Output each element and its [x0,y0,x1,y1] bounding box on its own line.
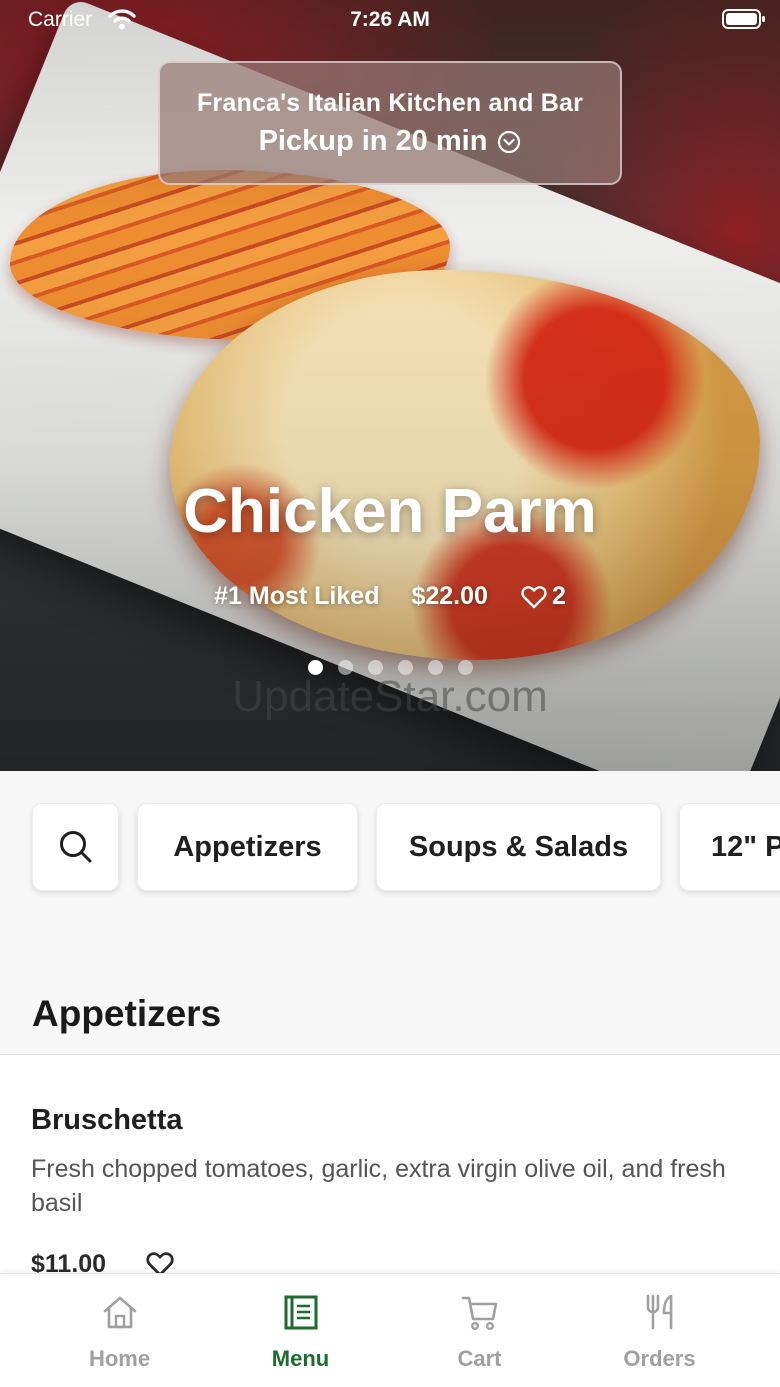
menu-item-card[interactable]: Bruschetta Fresh chopped tomatoes, garli… [0,1056,780,1278]
carousel-dot[interactable] [427,660,443,675]
tab-menu-label: Menu [271,1346,330,1371]
tab-cart[interactable]: Cart [382,1274,577,1387]
featured-item-meta: #1 Most Liked $22.00 2 [0,582,780,611]
carousel-dot[interactable] [307,660,323,675]
carousel-dot[interactable] [367,660,383,675]
featured-item-title[interactable]: Chicken Parm [0,476,780,547]
chevron-down-circle-icon [498,130,521,153]
search-button[interactable] [32,803,119,891]
featured-price: $22.00 [411,582,488,610]
featured-like-count: 2 [551,582,566,610]
pickup-time: Pickup in 20 min [160,125,620,158]
tab-bar: Home Menu Cart Orders [0,1273,780,1387]
cart-icon [461,1296,498,1331]
category-chip-soups-salads[interactable]: Soups & Salads [376,803,661,891]
tab-cart-label: Cart [457,1346,502,1371]
carousel-pagination[interactable] [0,660,780,675]
featured-rank: #1 Most Liked [214,582,380,610]
menu-book-icon [284,1295,318,1330]
store-name: Franca's Italian Kitchen and Bar [196,89,584,117]
tab-orders-label: Orders [623,1346,696,1371]
status-time: 7:26 AM [350,8,430,31]
section-title: Appetizers [32,993,222,1034]
status-bar: Carrier 7:26 AM [0,0,780,40]
featured-carousel[interactable]: Carrier 7:26 AM Franca's Italian Kitchen… [0,0,780,771]
category-chip-pizza[interactable]: 12" P [679,803,780,891]
home-icon [103,1296,137,1329]
category-chip-appetizers[interactable]: Appetizers [137,803,358,891]
carousel-dot[interactable] [337,660,353,675]
carousel-dot[interactable] [457,660,473,675]
tab-home[interactable]: Home [22,1274,217,1387]
category-section: Appetizers Soups & Salads 12" P Appetize… [0,771,780,1055]
carousel-dot[interactable] [397,660,413,675]
utensils-icon [646,1294,673,1330]
heart-icon [521,585,547,608]
search-icon [59,831,91,863]
pickup-label: Pickup in 20 min [258,125,488,157]
battery-icon [722,9,765,29]
tab-home-label: Home [88,1346,151,1371]
menu-item-description: Fresh chopped tomatoes, garlic, extra vi… [31,1155,726,1217]
tab-orders[interactable]: Orders [562,1274,757,1387]
tab-menu[interactable]: Menu [203,1274,398,1387]
store-pickup-button[interactable]: Franca's Italian Kitchen and Bar Pickup … [158,61,622,185]
menu-item-name: Bruschetta [31,1104,183,1136]
featured-likes[interactable]: 2 [520,582,566,611]
